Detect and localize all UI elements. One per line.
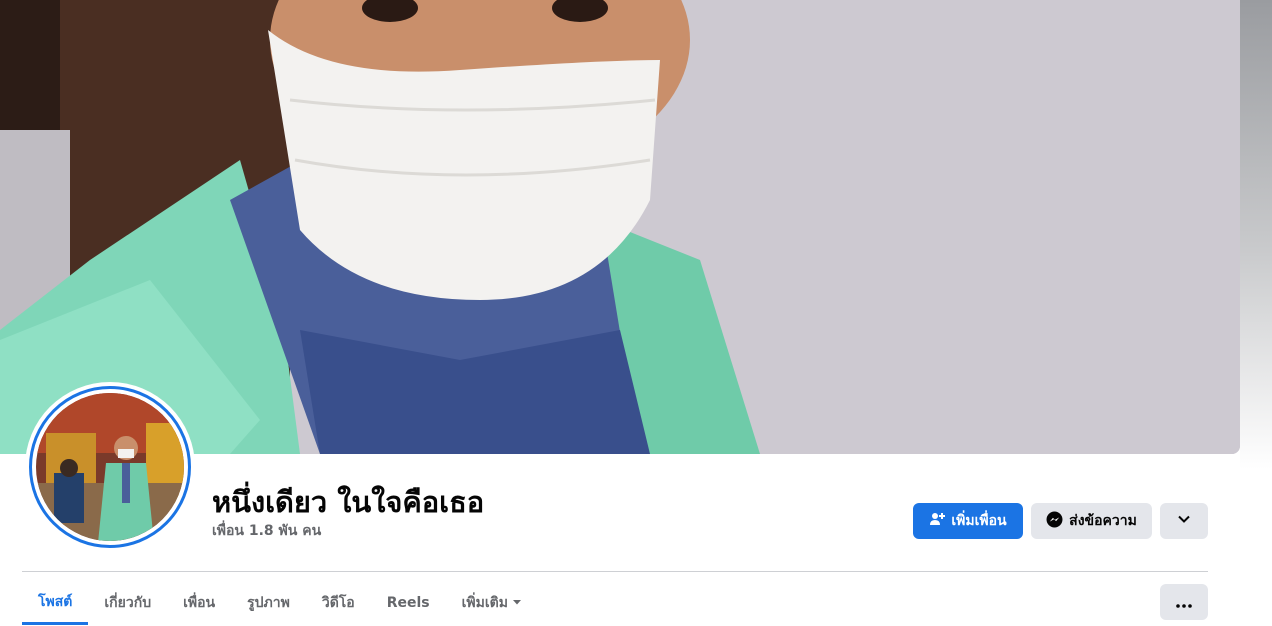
friends-count[interactable]: เพื่อน 1.8 พัน คน: [212, 520, 321, 542]
add-friend-button[interactable]: เพิ่มเพื่อน: [913, 503, 1023, 539]
avatar-image: [36, 393, 184, 541]
message-label: ส่งข้อความ: [1069, 513, 1137, 529]
tab-label: โพสต์: [38, 593, 73, 610]
tab-more[interactable]: เพิ่มเติม: [446, 581, 538, 625]
tab-videos[interactable]: วิดีโอ: [306, 581, 371, 625]
tab-posts[interactable]: โพสต์: [22, 581, 89, 625]
ellipsis-button[interactable]: [1160, 584, 1208, 620]
message-button[interactable]: ส่งข้อความ: [1031, 503, 1152, 539]
chevron-down-icon: [1177, 512, 1191, 530]
tab-label: Reels: [386, 595, 430, 611]
scrollbar-gutter: [1240, 0, 1272, 626]
profile-options-dropdown-button[interactable]: [1160, 503, 1208, 539]
profile-name: หนึ่งเดียว ในใจคือเธอ: [212, 485, 485, 519]
profile-page: หนึ่งเดียว ในใจคือเธอ เพื่อน 1.8 พัน คน …: [0, 0, 1272, 626]
tab-label: เพิ่มเติม: [461, 595, 508, 611]
messenger-icon: [1046, 511, 1063, 532]
person-plus-icon: [929, 511, 946, 531]
profile-avatar[interactable]: [25, 382, 195, 552]
header-divider: [22, 571, 1208, 572]
profile-tabs: โพสต์ เกี่ยวกับ เพื่อน รูปภาพ วิดีโอ Ree…: [22, 580, 538, 626]
tab-about[interactable]: เกี่ยวกับ: [88, 581, 167, 625]
tab-label: เพื่อน: [183, 595, 216, 611]
tab-friends[interactable]: เพื่อน: [167, 581, 231, 625]
add-friend-label: เพิ่มเพื่อน: [951, 513, 1007, 529]
tab-reels[interactable]: Reels: [371, 581, 446, 625]
caret-down-icon: [512, 595, 522, 611]
tab-label: เกี่ยวกับ: [104, 595, 152, 611]
tab-label: วิดีโอ: [321, 595, 355, 611]
tab-label: รูปภาพ: [247, 595, 290, 611]
cover-photo[interactable]: [0, 0, 1240, 454]
ellipsis-icon: [1176, 593, 1192, 612]
tab-photos[interactable]: รูปภาพ: [231, 581, 306, 625]
